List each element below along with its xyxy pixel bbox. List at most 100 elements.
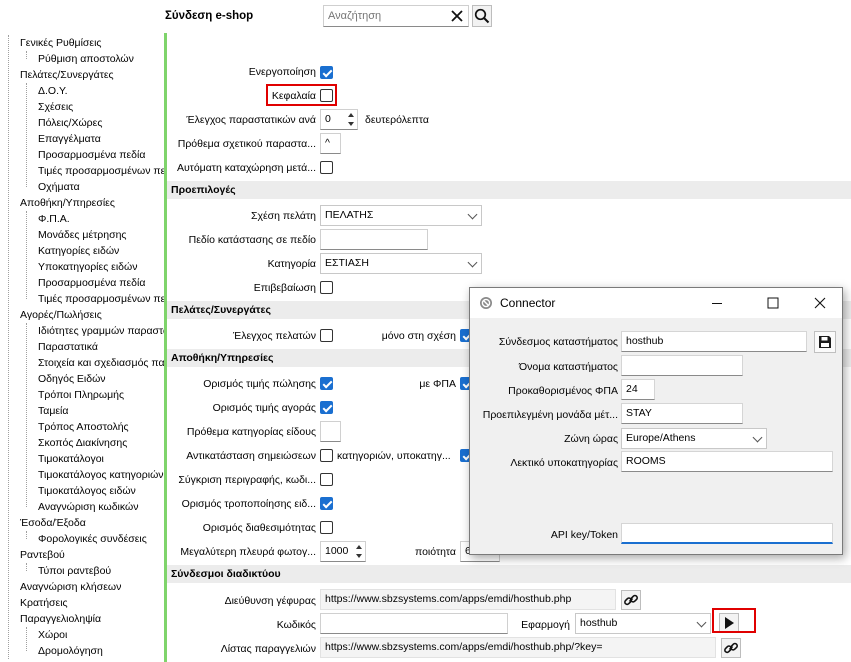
maximize-icon[interactable]: [767, 297, 779, 309]
tree-group[interactable]: Παραγγελιοληψία: [20, 611, 101, 627]
code-input[interactable]: [320, 613, 508, 634]
availability-checkbox[interactable]: [320, 521, 333, 534]
store-link-input[interactable]: hosthub: [621, 331, 807, 352]
tree-item[interactable]: Ιδιότητες γραμμών παραστατικών: [38, 323, 164, 339]
doc-prefix-label: Πρόθεμα σχετικού παραστα...: [177, 138, 316, 150]
compare-desc-label: Σύγκριση περιγραφής, κωδι...: [178, 474, 316, 486]
tree-guide-line: [26, 51, 27, 59]
api-input[interactable]: [621, 523, 833, 544]
unit-label: Προεπιλεγμένη μονάδα μέτ...: [482, 409, 618, 421]
tree-group[interactable]: Πελάτες/Συνεργάτες: [20, 67, 114, 83]
tree-item[interactable]: Προσαρμοσμένα πεδία: [38, 275, 145, 291]
tree-item[interactable]: Δρομολόγηση: [38, 643, 103, 659]
bridge-url-input[interactable]: https://www.sbzsystems.com/apps/emdi/hos…: [320, 589, 616, 610]
auto-record-checkbox[interactable]: [320, 161, 333, 174]
tree-group[interactable]: Αναγνώριση κλήσεων: [20, 579, 121, 595]
search-button[interactable]: [472, 5, 492, 27]
tree-item[interactable]: Υποκατηγορίες ειδών: [38, 259, 137, 275]
link-icon: [624, 594, 638, 606]
tree-item[interactable]: Τρόποι Πληρωμής: [38, 387, 124, 403]
tree-item[interactable]: Τύποι ραντεβού: [38, 563, 111, 579]
tree-item[interactable]: Μονάδες μέτρησης: [38, 227, 126, 243]
stepper-up-icon[interactable]: [348, 113, 354, 117]
stepper-down-icon[interactable]: [356, 554, 362, 558]
tree-item[interactable]: Τρόπος Αποστολής: [38, 419, 129, 435]
tree-item[interactable]: Σχέσεις: [38, 99, 73, 115]
capitals-highlight: [266, 84, 337, 106]
code-label: Κωδικός: [276, 619, 316, 631]
stepper-down-icon[interactable]: [348, 122, 354, 126]
tree-item[interactable]: Τιμές προσαρμοσμένων πεδίων: [38, 163, 164, 179]
search-input[interactable]: [324, 6, 442, 26]
category-value: ΕΣΤΙΑΣΗ: [325, 257, 369, 269]
tree-item[interactable]: Φορολογικές συνδέσεις: [38, 531, 147, 547]
clear-icon[interactable]: [449, 8, 465, 24]
tree-item[interactable]: Αναγνώριση κωδικών: [38, 499, 138, 515]
store-name-label: Όνομα καταστήματος: [518, 361, 618, 373]
tree-item[interactable]: Τιμοκατάλογος ειδών: [38, 483, 136, 499]
tree-item[interactable]: Οδηγός Ειδών: [38, 371, 106, 387]
confirmation-checkbox[interactable]: [320, 281, 333, 294]
app-select[interactable]: hosthub: [575, 613, 711, 634]
tree-group[interactable]: Ραντεβού: [20, 547, 65, 563]
orders-url-input[interactable]: https://www.sbzsystems.com/apps/emdi/hos…: [320, 637, 716, 658]
vat-input[interactable]: 24: [621, 379, 655, 400]
tree-item[interactable]: Οχήματα: [38, 179, 80, 195]
close-icon[interactable]: [814, 297, 826, 309]
activation-checkbox[interactable]: [320, 66, 333, 79]
confirmation-label: Επιβεβαίωση: [253, 282, 316, 294]
stepper-up-icon[interactable]: [356, 545, 362, 549]
check-docs-stepper[interactable]: 0: [320, 109, 358, 130]
tree-group[interactable]: Έσοδα/Έξοδα: [20, 515, 86, 531]
category-prefix-input[interactable]: [320, 421, 341, 442]
tree-group[interactable]: Αποθήκη/Υπηρεσίες: [20, 195, 115, 211]
tree-group[interactable]: Αγορές/Πωλήσεις: [20, 307, 102, 323]
tree-group[interactable]: Κρατήσεις: [20, 595, 68, 611]
store-link-label: Σύνδεσμος καταστήματος: [498, 336, 618, 348]
tree-item[interactable]: Σκοπός Διακίνησης: [38, 435, 127, 451]
search-icon: [474, 8, 490, 24]
search-box[interactable]: [323, 5, 469, 27]
subcat-input[interactable]: ROOMS: [621, 451, 833, 472]
tree-item[interactable]: Τιμοκατάλογος κατηγοριών: [38, 467, 164, 483]
compare-desc-checkbox[interactable]: [320, 473, 333, 486]
run-highlight: [712, 608, 756, 633]
tree-item[interactable]: Χώροι: [38, 627, 67, 643]
tree-item[interactable]: Τιμές προσαρμοσμένων πεδίων: [38, 291, 164, 307]
timezone-select[interactable]: Europe/Athens: [621, 428, 767, 449]
check-docs-label: Έλεγχος παραστατικών ανά: [186, 114, 316, 126]
tree-item[interactable]: Φ.Π.Α.: [38, 211, 70, 227]
tree-item[interactable]: Δ.Ο.Υ.: [38, 83, 68, 99]
status-field-input[interactable]: [320, 229, 428, 250]
tree-item[interactable]: Στοιχεία και σχεδιασμός παραστατικών: [38, 355, 164, 371]
dialog-titlebar[interactable]: Connector: [470, 288, 842, 318]
modification-label: Ορισμός τροποποίησης ειδ...: [181, 498, 316, 510]
replace-notes-checkbox[interactable]: [320, 449, 333, 462]
minimize-icon[interactable]: [711, 297, 723, 309]
orders-link-button[interactable]: [721, 638, 741, 658]
check-customers-checkbox[interactable]: [320, 329, 333, 342]
tree-item[interactable]: Ταμεία: [38, 403, 68, 419]
tree-item[interactable]: Επαγγέλματα: [38, 131, 101, 147]
dialog-title: Connector: [500, 296, 556, 310]
bridge-link-button[interactable]: [621, 590, 641, 610]
tree-item[interactable]: Ρύθμιση αποστολών: [38, 51, 134, 67]
tree-group[interactable]: Γενικές Ρυθμίσεις: [20, 35, 101, 51]
unit-input[interactable]: STAY: [621, 403, 743, 424]
store-name-input[interactable]: [621, 355, 743, 376]
sale-price-checkbox[interactable]: [320, 377, 333, 390]
doc-prefix-input[interactable]: ^: [320, 133, 341, 154]
max-photo-stepper[interactable]: 1000: [320, 541, 366, 562]
tree-item[interactable]: Κατηγορίες ειδών: [38, 243, 119, 259]
save-button[interactable]: [814, 331, 836, 353]
tree-item[interactable]: Προσαρμοσμένα πεδία: [38, 147, 145, 163]
customer-relation-select[interactable]: ΠΕΛΑΤΗΣ: [320, 205, 482, 226]
section-defaults: Προεπιλογές: [167, 181, 851, 199]
tree-item[interactable]: Παραστατικά: [38, 339, 98, 355]
check-docs-value: 0: [325, 113, 331, 125]
modification-checkbox[interactable]: [320, 497, 333, 510]
purchase-price-checkbox[interactable]: [320, 401, 333, 414]
tree-item[interactable]: Τιμοκατάλογοι: [38, 451, 104, 467]
tree-item[interactable]: Πόλεις/Χώρες: [38, 115, 102, 131]
category-select[interactable]: ΕΣΤΙΑΣΗ: [320, 253, 482, 274]
